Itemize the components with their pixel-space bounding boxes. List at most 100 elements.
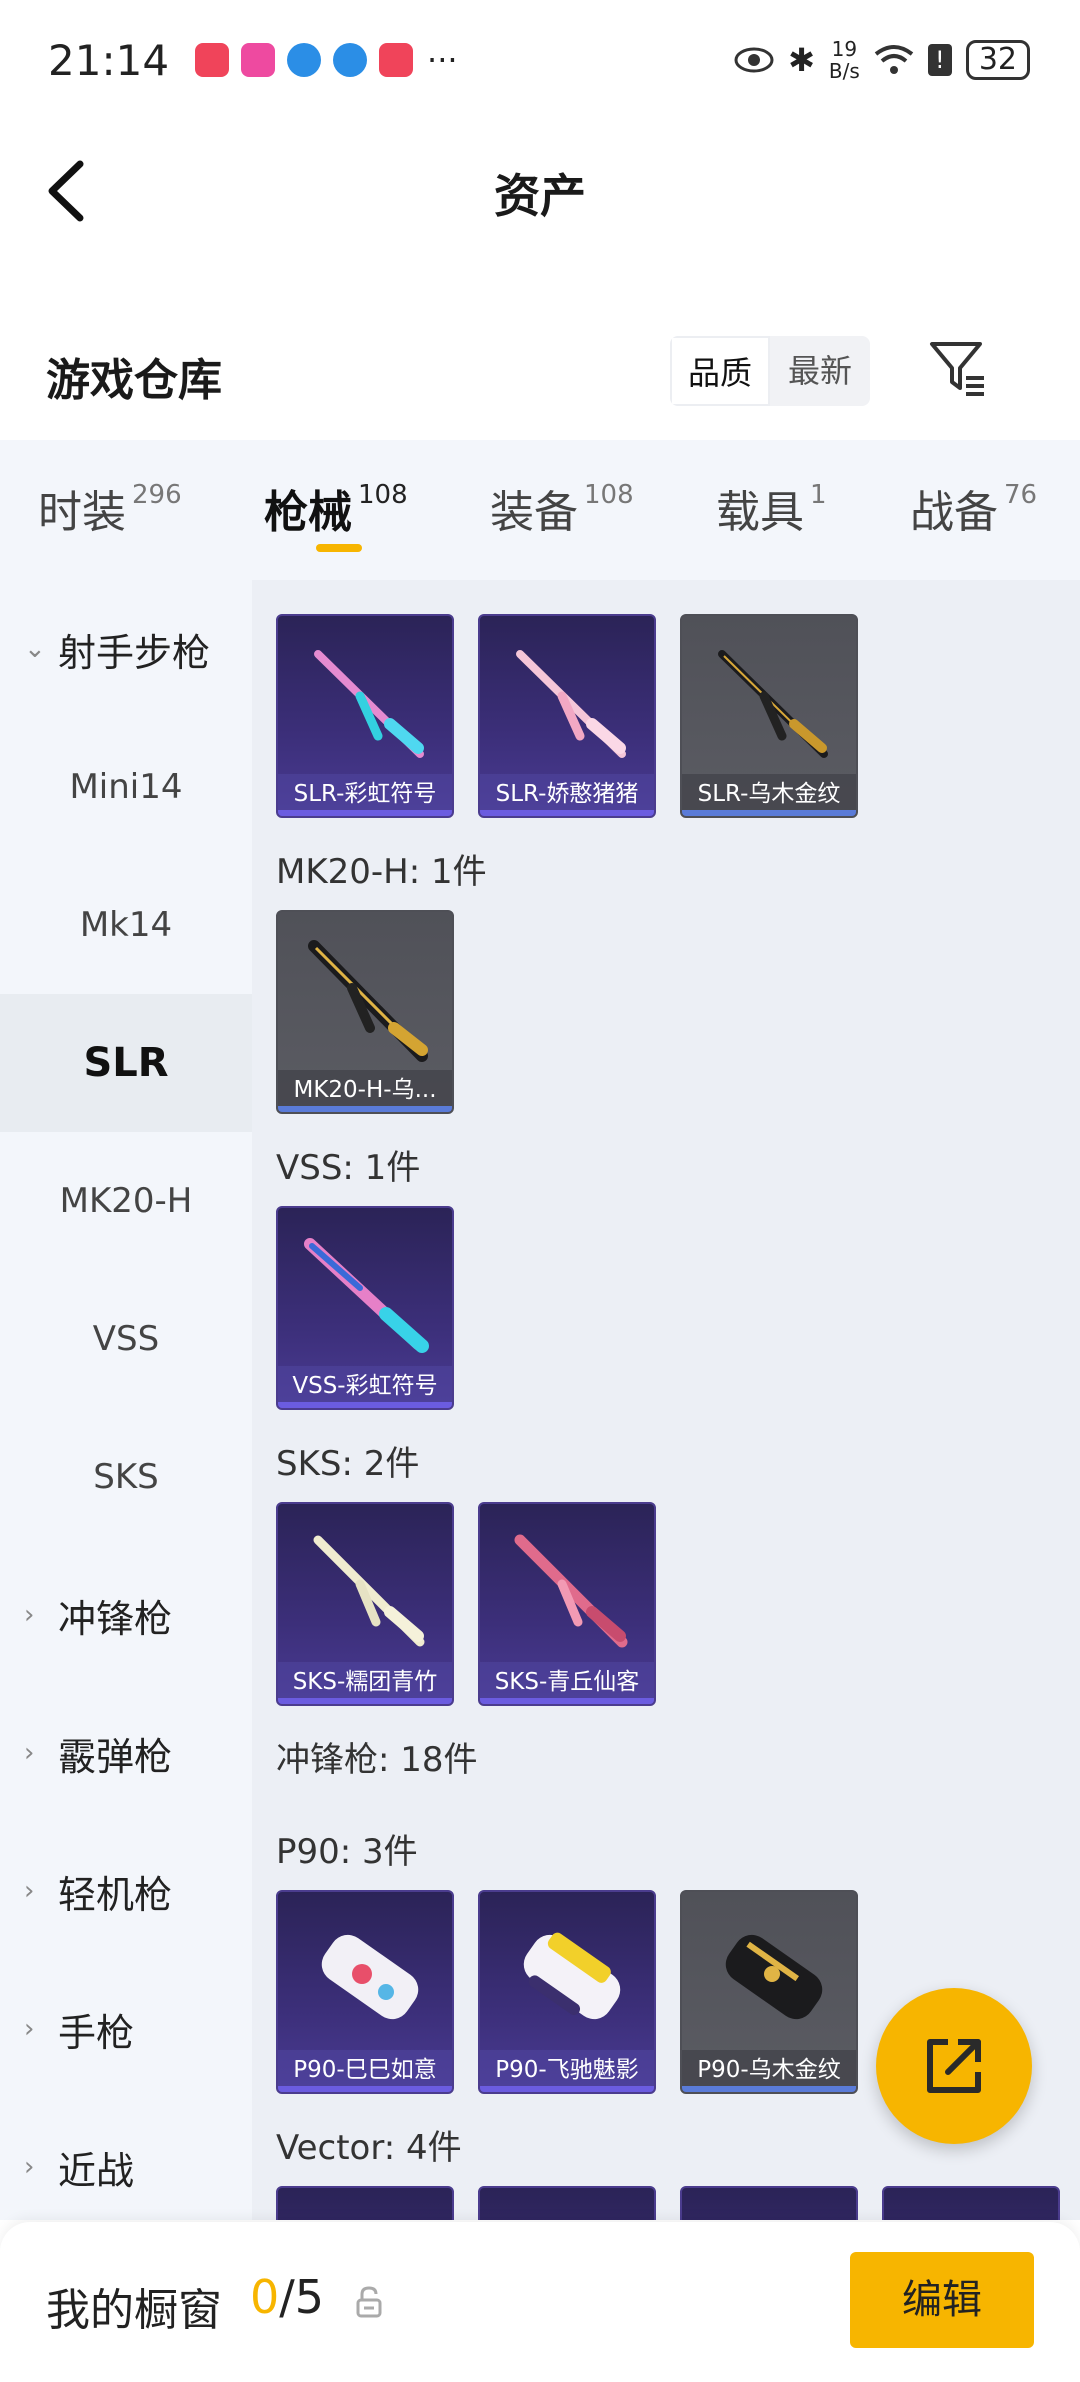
skin-card[interactable]: [882, 2186, 1060, 2220]
rifle-icon: [308, 940, 428, 1062]
browser-app-icon: [287, 43, 322, 77]
skin-name: P90-乌木金纹: [682, 2050, 856, 2092]
status-indicators: ✱ 19 B/s ! 32: [734, 38, 1030, 82]
skin-card[interactable]: [478, 2186, 656, 2220]
smg-icon: [523, 1932, 621, 2020]
net-speed: 19 B/s: [829, 38, 860, 82]
wifi-icon: [874, 45, 914, 74]
tab-vehicles[interactable]: 载具 1: [716, 476, 827, 540]
sidebar-item-label: Mk14: [79, 905, 173, 945]
weapon-skin-grid: SLR-彩虹符号 SLR-娇憨猪猪 SLR-乌木金纹 MK20-H: 1件 MK…: [252, 580, 1080, 2220]
tab-label: 装备: [490, 487, 578, 538]
sidebar-item-label: 近战: [58, 2148, 135, 2193]
section-title: 游戏仓库: [46, 355, 222, 406]
category-label: MK20-H: 1件: [276, 852, 487, 892]
sidebar-item-mini14[interactable]: Mini14: [0, 718, 252, 856]
sidebar-item-label: 霰弹枪: [58, 1734, 173, 1779]
skin-card[interactable]: P90-巳巳如意: [276, 1890, 454, 2094]
sort-toggle: 品质 最新: [670, 336, 870, 406]
chevron-right-icon: ›: [24, 1738, 35, 1768]
tab-count: 108: [584, 480, 634, 510]
sidebar-item-label: SLR: [83, 1040, 169, 1086]
tab-count: 76: [1004, 480, 1038, 510]
smg-icon: [725, 1934, 823, 2020]
category-label: SKS: 2件: [276, 1444, 420, 1484]
alert-icon: !: [927, 44, 952, 76]
skin-name: SLR-娇憨猪猪: [480, 774, 654, 816]
skin-name: SLR-彩虹符号: [278, 774, 452, 816]
skin-card[interactable]: SLR-乌木金纹: [680, 614, 858, 818]
battery-icon: 32: [965, 40, 1030, 80]
sidebar-group-pistol[interactable]: › 手枪: [0, 1960, 252, 2098]
page-title: 资产: [494, 169, 586, 223]
sidebar-item-label: VSS: [92, 1319, 160, 1359]
sort-newest-button[interactable]: 最新: [770, 336, 870, 406]
tab-count: 1: [810, 480, 827, 510]
skin-card[interactable]: SLR-娇憨猪猪: [478, 614, 656, 818]
skin-card[interactable]: SKS-青丘仙客: [478, 1502, 656, 1706]
showcase-current: 0: [250, 2270, 280, 2324]
skin-card[interactable]: [276, 2186, 454, 2220]
skin-name: MK20-H-乌...: [278, 1070, 452, 1112]
sidebar-item-vss[interactable]: VSS: [0, 1270, 252, 1408]
skin-name: P90-飞驰魅影: [480, 2050, 654, 2092]
tab-guns[interactable]: 枪械 108: [264, 476, 408, 540]
sidebar-item-slr[interactable]: SLR: [0, 994, 252, 1132]
share-icon: [927, 2039, 981, 2093]
skin-card[interactable]: VSS-彩虹符号: [276, 1206, 454, 1410]
sidebar-group-lmg[interactable]: › 轻机枪: [0, 1822, 252, 1960]
skin-card[interactable]: MK20-H-乌...: [276, 910, 454, 1114]
rifle-icon: [304, 1238, 429, 1353]
eye-icon: [734, 47, 774, 73]
browser-app-icon: [333, 43, 368, 77]
tab-fashion[interactable]: 时装 296: [38, 476, 182, 540]
sidebar-group-smg[interactable]: › 冲锋枪: [0, 1546, 252, 1684]
filter-icon[interactable]: [928, 338, 988, 398]
smg-icon: [321, 1934, 419, 2020]
chevron-down-icon: ⌄: [24, 634, 46, 664]
sidebar-item-sks[interactable]: SKS: [0, 1408, 252, 1546]
skin-name: P90-巳巳如意: [278, 2050, 452, 2092]
skin-name: VSS-彩虹符号: [278, 1366, 452, 1408]
sidebar-item-mk14[interactable]: Mk14: [0, 856, 252, 994]
status-bar: 21:14 ··· ✱ 19 B/s ! 32: [0, 0, 1080, 120]
more-notifications-icon: ···: [427, 41, 458, 79]
sidebar-group-shotgun[interactable]: › 霰弹枪: [0, 1684, 252, 1822]
active-tab-indicator: [316, 544, 362, 552]
skin-card[interactable]: P90-飞驰魅影: [478, 1890, 656, 2094]
sidebar-item-mk20h[interactable]: MK20-H: [0, 1132, 252, 1270]
tab-label: 载具: [716, 487, 804, 538]
skin-card[interactable]: [680, 2186, 858, 2220]
sort-quality-button[interactable]: 品质: [670, 336, 770, 406]
skin-name: SKS-青丘仙客: [480, 1662, 654, 1704]
skin-card[interactable]: P90-乌木金纹: [680, 1890, 858, 2094]
tab-supplies[interactable]: 战备 76: [910, 476, 1037, 540]
sidebar-group-marksman-rifles[interactable]: ⌄ 射手步枪: [0, 580, 252, 718]
warehouse-header: 游戏仓库 品质 最新: [0, 320, 1080, 430]
weapon-type-sidebar: ⌄ 射手步枪 Mini14 Mk14 SLR MK20-H VSS SKS › 冲锋…: [0, 580, 252, 2220]
shopping-app-icon: [195, 43, 230, 77]
tab-count: 296: [132, 480, 182, 510]
skin-card[interactable]: SKS-糯团青竹: [276, 1502, 454, 1706]
rifle-icon: [313, 1535, 425, 1647]
sidebar-item-label: 冲锋枪: [58, 1596, 173, 1641]
rifle-icon: [718, 650, 828, 758]
rifle-icon: [514, 1534, 628, 1648]
sidebar-group-melee[interactable]: › 近战: [0, 2098, 252, 2236]
share-button[interactable]: [876, 1988, 1032, 2144]
chevron-right-icon: ›: [24, 1600, 35, 1630]
chevron-right-icon: ›: [24, 2014, 35, 2044]
sidebar-item-label: 射手步枪: [58, 630, 211, 675]
skin-card[interactable]: SLR-彩虹符号: [276, 614, 454, 818]
sidebar-item-label: MK20-H: [59, 1181, 193, 1221]
rifle-icon: [314, 650, 424, 758]
edit-button[interactable]: 编辑: [850, 2252, 1034, 2348]
net-speed-value: 19: [831, 37, 858, 61]
tab-equipment[interactable]: 装备 108: [490, 476, 634, 540]
sidebar-item-label: Mini14: [69, 767, 183, 807]
bluetooth-icon: ✱: [788, 41, 815, 79]
showcase-bar: 我的橱窗 0/5 编辑: [0, 2222, 1080, 2382]
showcase-title: 我的橱窗: [46, 2285, 222, 2336]
rifle-icon: [516, 650, 626, 758]
nav-bar: 资产: [0, 120, 1080, 260]
